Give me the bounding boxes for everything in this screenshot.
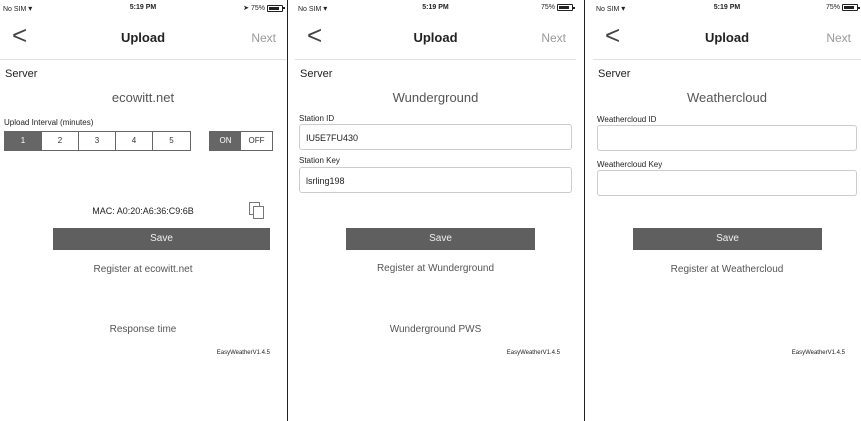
status-bar: No SIM ▾ 5:19 PM ➤ 75% xyxy=(0,0,286,16)
next-button[interactable]: Next xyxy=(251,31,276,45)
next-button[interactable]: Next xyxy=(541,31,566,45)
section-label: Server xyxy=(5,68,38,80)
screen-divider xyxy=(287,0,288,421)
app-version: EasyWeatherV1.4.5 xyxy=(506,350,560,356)
save-button[interactable]: Save xyxy=(53,228,270,250)
page-title: Upload xyxy=(413,30,458,45)
upload-interval-label: Upload Interval (minutes) xyxy=(4,118,94,127)
status-bar: No SIM ▾ 5:19 PM 75% xyxy=(295,0,576,16)
page-title: Upload xyxy=(120,30,166,45)
station-id-input[interactable]: IU5E7FU430 xyxy=(299,124,572,150)
battery-icon xyxy=(557,4,575,11)
interval-option-1[interactable]: 1 xyxy=(5,132,42,150)
next-button[interactable]: Next xyxy=(826,31,851,45)
screen-divider xyxy=(584,0,585,421)
status-time: 5:19 PM xyxy=(713,4,741,11)
weathercloud-key-label: Weathercloud Key xyxy=(597,160,663,169)
section-label: Server xyxy=(300,68,333,80)
battery-percent: 75% xyxy=(540,4,555,11)
weathercloud-key-input[interactable] xyxy=(597,170,857,196)
server-name: ecowitt.net xyxy=(111,90,175,105)
weathercloud-id-label: Weathercloud ID xyxy=(597,115,657,124)
response-time-link[interactable]: Response time xyxy=(0,324,286,335)
server-name: Weathercloud xyxy=(687,90,767,105)
status-bar: No SIM ▾ 5:19 PM 75% xyxy=(593,0,861,16)
battery-percent: 75% xyxy=(250,4,265,12)
interval-option-2[interactable]: 2 xyxy=(42,132,79,150)
register-link[interactable]: Register at ecowitt.net xyxy=(0,264,286,275)
status-time: 5:19 PM xyxy=(422,4,449,11)
phone-screen-weathercloud: No SIM ▾ 5:19 PM 75% < Upload Next Serve… xyxy=(593,0,861,421)
interval-option-4[interactable]: 4 xyxy=(116,132,153,150)
register-link[interactable]: Register at Weathercloud xyxy=(593,264,861,275)
mac-address: MAC: A0:20:A6:36:C9:6B xyxy=(92,206,194,216)
app-version: EasyWeatherV1.4.5 xyxy=(216,350,270,356)
navigation-bar: < Upload Next xyxy=(295,20,576,60)
battery-icon xyxy=(842,4,860,11)
save-button[interactable]: Save xyxy=(346,228,535,250)
register-link[interactable]: Register at Wunderground xyxy=(295,263,576,274)
battery-icon xyxy=(267,4,285,12)
wunderground-pws-link[interactable]: Wunderground PWS xyxy=(295,324,576,335)
station-key-label: Station Key xyxy=(299,156,340,165)
phone-screen-ecowitt: No SIM ▾ 5:19 PM ➤ 75% < Upload Next Serv… xyxy=(0,0,286,421)
server-name: Wunderground xyxy=(392,90,479,105)
toggle-off-button[interactable]: OFF xyxy=(241,132,272,150)
weathercloud-id-input[interactable] xyxy=(597,125,857,151)
battery-percent: 75% xyxy=(825,4,840,11)
page-title: Upload xyxy=(704,30,750,45)
upload-toggle: ON OFF xyxy=(209,131,273,151)
upload-interval-selector: 1 2 3 4 5 xyxy=(4,131,191,151)
navigation-bar: < Upload Next xyxy=(593,20,861,60)
navigation-bar: < Upload Next xyxy=(0,20,286,60)
interval-option-3[interactable]: 3 xyxy=(79,132,116,150)
copy-icon[interactable] xyxy=(249,202,264,219)
app-version: EasyWeatherV1.4.5 xyxy=(791,350,845,356)
location-arrow-icon: ➤ xyxy=(243,5,249,12)
save-button[interactable]: Save xyxy=(633,228,822,250)
section-label: Server xyxy=(598,68,631,80)
phone-screen-wunderground: No SIM ▾ 5:19 PM 75% < Upload Next Serve… xyxy=(295,0,576,421)
station-key-input[interactable]: lsrling198 xyxy=(299,167,572,193)
station-id-label: Station ID xyxy=(299,114,335,123)
toggle-on-button[interactable]: ON xyxy=(210,132,241,150)
interval-option-5[interactable]: 5 xyxy=(153,132,190,150)
